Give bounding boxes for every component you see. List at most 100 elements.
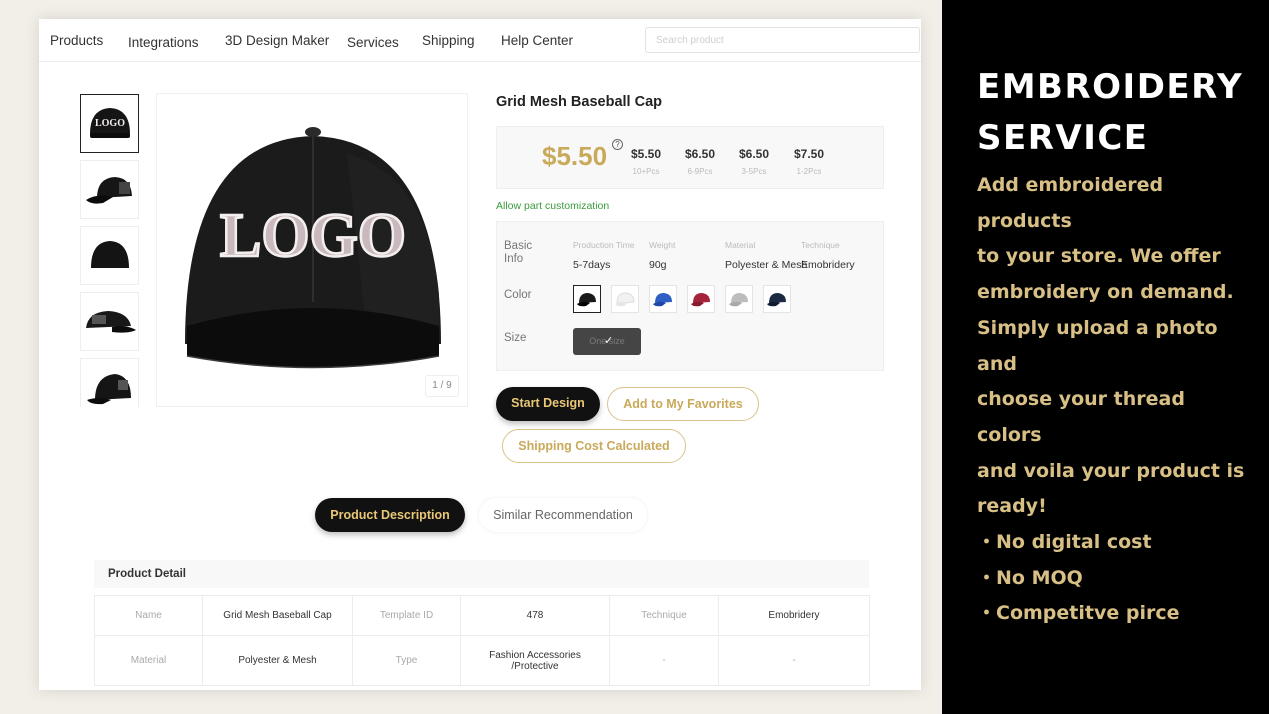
size-option-button[interactable]: One size ✓ (573, 328, 641, 355)
promo-text-line: Simply upload a photo and (977, 316, 1218, 375)
cap-back-thumb-image (90, 240, 129, 268)
promo-bullet: ・No digital cost (977, 531, 1152, 554)
cap-rear-thumb-image (86, 373, 131, 404)
color-swatch-navy[interactable] (763, 285, 791, 313)
spec-value: 5-7days (573, 259, 611, 271)
logo-embroidery-text: LOGO (220, 202, 406, 270)
spec-header: Material (725, 240, 756, 250)
detail-key: - (609, 635, 719, 686)
product-detail-heading: Product Detail (94, 560, 869, 588)
detail-value: Emobridery (718, 595, 870, 636)
spec-value: Polyester & Mesh (725, 259, 808, 271)
nav-help-center[interactable]: Help Center (501, 33, 573, 48)
detail-value: Polyester & Mesh (202, 635, 353, 686)
tier-price: $5.50 (630, 147, 662, 161)
table-row: Name Grid Mesh Baseball Cap Template ID … (94, 595, 870, 636)
thumbnail-back-view[interactable] (80, 226, 139, 285)
cap-swatch-icon (691, 293, 710, 307)
color-swatch-royal-blue[interactable] (649, 285, 677, 313)
spec-value: 90g (649, 259, 667, 271)
shipping-cost-button[interactable]: Shipping Cost Calculated (502, 429, 686, 463)
nav-shipping[interactable]: Shipping (422, 33, 475, 48)
cap-swatch-icon (615, 292, 635, 307)
tab-similar-recommendation[interactable]: Similar Recommendation (479, 498, 647, 532)
cap-swatch-icon (767, 293, 786, 307)
promo-text-line: ready! (977, 495, 1047, 518)
tier-qty: 1-2Pcs (796, 167, 822, 176)
price-tier: $6.50 6-9Pcs (675, 147, 725, 176)
promo-text-line: to your store. We offer (977, 245, 1221, 268)
promo-text-line: choose your thread colors (977, 388, 1185, 446)
cap-swatch-icon (729, 293, 748, 307)
cap-swatch-icon (653, 293, 672, 307)
promo-description: Add embroidered products to your store. … (977, 168, 1251, 525)
basic-info-label: Basic Info (504, 240, 533, 265)
tier-price: $6.50 (738, 147, 770, 161)
allow-customization-link[interactable]: Allow part customization (496, 200, 609, 212)
promo-bullet: ・No MOQ (977, 566, 1083, 589)
nav-3d-design-maker[interactable]: 3D Design Maker (225, 33, 329, 48)
promo-title-line: EMBROIDERY (977, 67, 1244, 107)
color-label: Color (504, 289, 532, 301)
color-swatch-burgundy[interactable] (687, 285, 715, 313)
product-title: Grid Mesh Baseball Cap (496, 94, 662, 110)
promo-title-line: SERVICE (977, 118, 1149, 158)
price-box: $5.50 ? $5.50 10+Pcs $6.50 6-9Pcs $6.50 … (496, 126, 884, 189)
price-tier: $7.50 1-2Pcs (784, 147, 834, 176)
top-navigation: Products Integrations 3D Design Maker Se… (39, 19, 921, 62)
product-detail-table: Name Grid Mesh Baseball Cap Template ID … (94, 595, 870, 686)
color-swatch-light-grey[interactable] (725, 285, 753, 313)
thumbnail-strip: LOGO (80, 93, 140, 407)
spec-header: Weight (649, 240, 676, 250)
thumbnail-logo-front[interactable]: LOGO (80, 94, 139, 153)
size-label: Size (504, 332, 527, 344)
promo-panel: EMBROIDERY SERVICE Add embroidered produ… (942, 0, 1269, 714)
promo-text-line: Add embroidered products (977, 174, 1164, 232)
main-product-image[interactable]: LOGO (156, 93, 468, 407)
cap-profile-thumb-image (85, 310, 136, 333)
detail-key: Template ID (352, 595, 461, 636)
promo-bullet: ・Competitve pirce (977, 602, 1180, 625)
thumbnail-side-view[interactable] (80, 160, 139, 219)
detail-value: Fashion Accessories /Protective (460, 635, 610, 686)
promo-text-line: embroidery on demand. (977, 281, 1234, 304)
price-tier: $6.50 3-5Pcs (729, 147, 779, 176)
promo-text-line: and voila your product is (977, 459, 1245, 482)
cap-swatch-icon (577, 293, 596, 307)
main-price: $5.50 (542, 141, 608, 171)
tier-price: $6.50 (684, 147, 716, 161)
table-row: Material Polyester & Mesh Type Fashion A… (94, 635, 870, 686)
detail-value: Grid Mesh Baseball Cap (202, 595, 353, 636)
detail-value: 478 (460, 595, 610, 636)
baseball-cap-image: LOGO (185, 127, 441, 369)
color-swatch-white[interactable] (611, 285, 639, 313)
search-input[interactable] (645, 27, 920, 53)
tab-product-description[interactable]: Product Description (315, 498, 465, 532)
tier-qty: 10+Pcs (632, 167, 660, 176)
thumbnail-profile-view[interactable] (80, 292, 139, 351)
spec-value: Emobridery (801, 259, 855, 271)
price-tier: $5.50 10+Pcs (621, 147, 671, 176)
thumbnail-rear-angle[interactable] (80, 358, 139, 407)
cap-side-thumb-image (85, 176, 132, 204)
add-to-favorites-button[interactable]: Add to My Favorites (607, 387, 759, 421)
color-swatch-black[interactable] (573, 285, 601, 313)
cap-front-thumb-image: LOGO (89, 107, 130, 138)
image-counter: 1 / 9 (425, 375, 459, 397)
detail-key: Name (94, 595, 203, 636)
start-design-button[interactable]: Start Design (496, 387, 600, 421)
nav-products[interactable]: Products (50, 33, 103, 48)
spec-header: Production Time (573, 240, 635, 250)
detail-key: Material (94, 635, 203, 686)
tier-qty: 6-9Pcs (687, 167, 713, 176)
tier-qty: 3-5Pcs (741, 167, 767, 176)
check-icon: ✓ (604, 335, 614, 347)
nav-integrations[interactable]: Integrations (128, 35, 199, 50)
detail-value: - (718, 635, 870, 686)
detail-key: Technique (609, 595, 719, 636)
spec-box: Basic Info Production Time Weight Materi… (496, 221, 884, 371)
detail-key: Type (352, 635, 461, 686)
svg-text:LOGO: LOGO (94, 118, 124, 129)
nav-services[interactable]: Services (347, 35, 399, 50)
product-page-card: Products Integrations 3D Design Maker Se… (39, 19, 921, 690)
